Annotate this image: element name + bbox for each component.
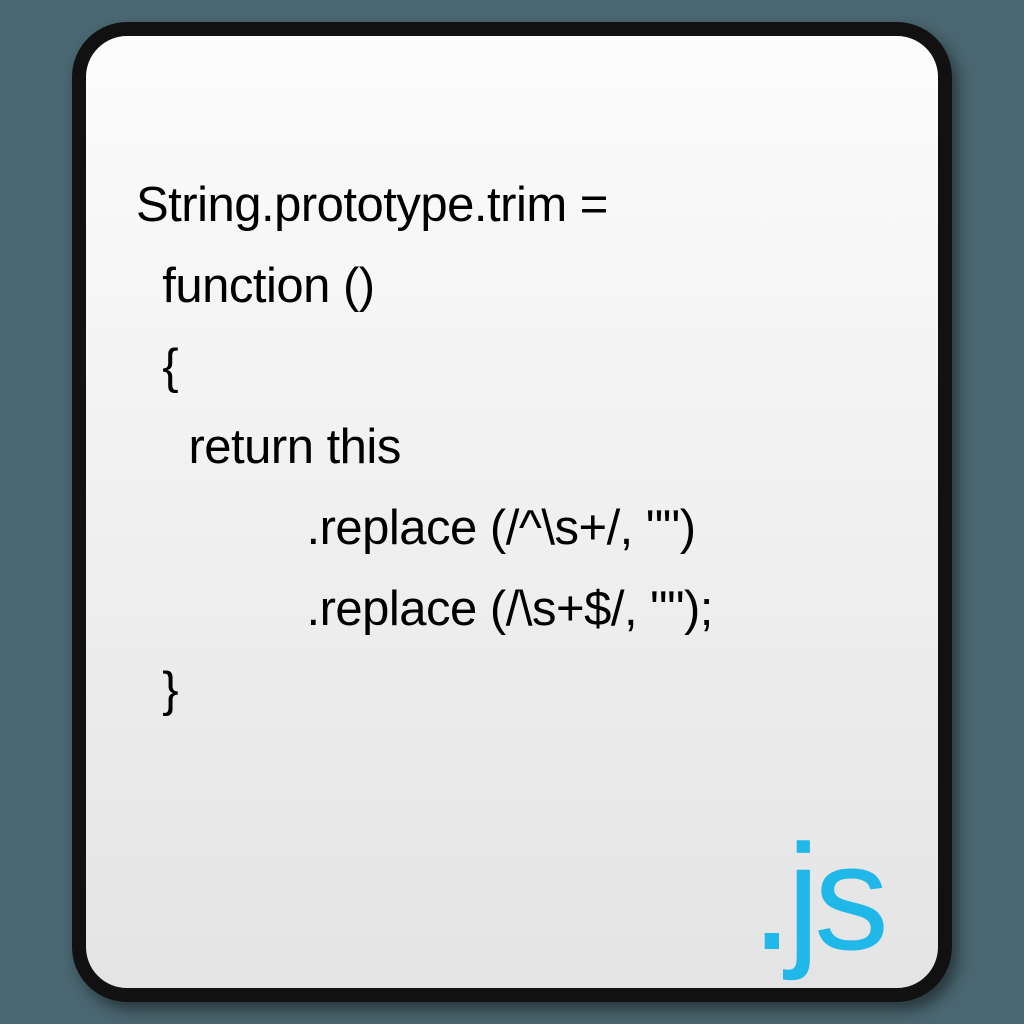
code-line: { (136, 340, 178, 394)
code-line: } (136, 663, 178, 717)
code-line: .replace (/^\s+/, "") (136, 501, 696, 555)
code-line: function () (136, 259, 375, 313)
code-line: String.prototype.trim = (136, 178, 608, 232)
code-snippet: String.prototype.trim = function () { re… (136, 84, 898, 731)
js-file-icon-card: String.prototype.trim = function () { re… (72, 22, 952, 1002)
file-extension-label: .js (751, 822, 883, 972)
code-line: return this (136, 420, 401, 474)
code-line: .replace (/\s+$/, ""); (136, 582, 713, 636)
